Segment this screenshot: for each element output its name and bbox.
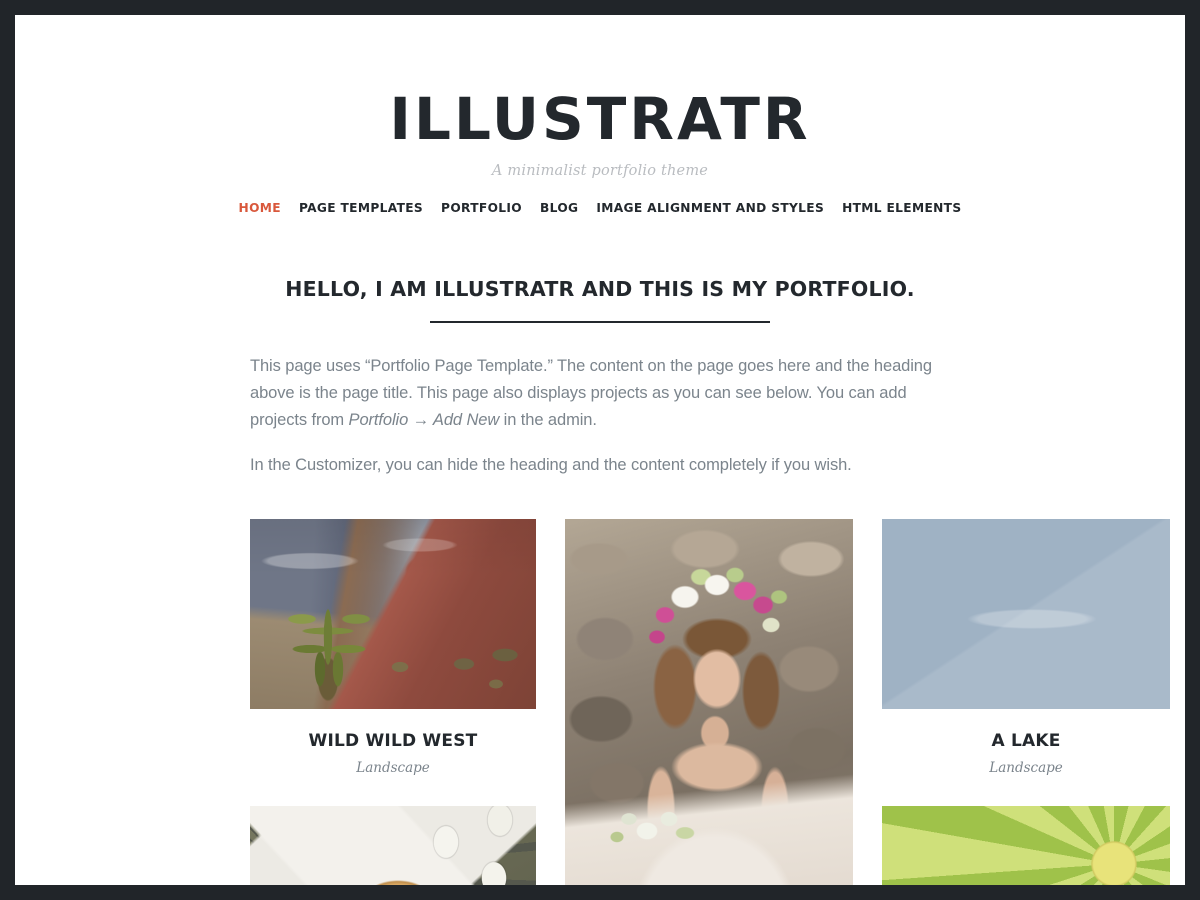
project-title[interactable]: A LAKE xyxy=(882,731,1170,751)
project-card[interactable]: WILD WILD WEST Landscape xyxy=(250,518,536,776)
page-canvas: ILLUSTRATR A minimalist portfolio theme … xyxy=(15,15,1185,885)
page-title: HELLO, I AM ILLUSTRATR AND THIS IS MY PO… xyxy=(285,276,915,301)
project-title[interactable]: WILD WILD WEST xyxy=(250,731,536,751)
browser-frame: ILLUSTRATR A minimalist portfolio theme … xyxy=(0,0,1200,900)
nav-item-html-elements[interactable]: HTML ELEMENTS xyxy=(833,201,970,215)
entry-article: HELLO, I AM ILLUSTRATR AND THIS IS MY PO… xyxy=(250,215,1170,885)
portfolio-column-2 xyxy=(565,518,853,885)
project-card[interactable] xyxy=(250,805,536,885)
project-category[interactable]: Landscape xyxy=(250,760,536,776)
portfolio-column-3: A LAKE Landscape xyxy=(882,518,1170,885)
site-title[interactable]: ILLUSTRATR xyxy=(15,89,1185,150)
portfolio-grid: WILD WILD WEST Landscape A LAKE Landscap… xyxy=(250,518,1170,885)
site-header: ILLUSTRATR A minimalist portfolio theme … xyxy=(15,15,1185,215)
entry-content: This page uses “Portfolio Page Template.… xyxy=(250,323,950,479)
site-description: A minimalist portfolio theme xyxy=(491,162,709,179)
white-plate-with-pastry-eggs-and-whisk-image[interactable] xyxy=(250,805,536,885)
desert-red-rock-canyon-with-yucca-plant-image[interactable] xyxy=(250,518,536,709)
entry-paragraph-2: In the Customizer, you can hide the head… xyxy=(250,455,852,474)
nav-item-home[interactable]: HOME xyxy=(230,201,290,215)
entry-paragraph-1-text-after: in the admin. xyxy=(499,410,597,429)
wooden-dock-on-calm-mountain-lake-image[interactable] xyxy=(882,518,1170,709)
entry-paragraph-1-emphasis: Portfolio → Add New xyxy=(348,410,500,429)
nav-item-portfolio[interactable]: PORTFOLIO xyxy=(432,201,531,215)
project-card[interactable]: A LAKE Landscape xyxy=(882,518,1170,776)
project-category[interactable]: Landscape xyxy=(882,760,1170,776)
nav-item-image-alignment-and-styles[interactable]: IMAGE ALIGNMENT AND STYLES xyxy=(587,201,833,215)
woman-with-floral-crown-in-white-dress-on-rocks-image[interactable] xyxy=(565,518,853,885)
project-card[interactable] xyxy=(882,805,1170,885)
entry-paragraph-1: This page uses “Portfolio Page Template.… xyxy=(250,353,950,434)
portfolio-column-1: WILD WILD WEST Landscape xyxy=(250,518,536,885)
nav-item-page-templates[interactable]: PAGE TEMPLATES xyxy=(290,201,432,215)
yellow-daffodils-and-citrus-slices-on-dark-surface-image[interactable] xyxy=(882,805,1170,885)
nav-item-blog[interactable]: BLOG xyxy=(531,201,587,215)
project-card[interactable] xyxy=(565,518,853,885)
primary-navigation[interactable]: HOME PAGE TEMPLATES PORTFOLIO BLOG IMAGE… xyxy=(15,201,1185,215)
